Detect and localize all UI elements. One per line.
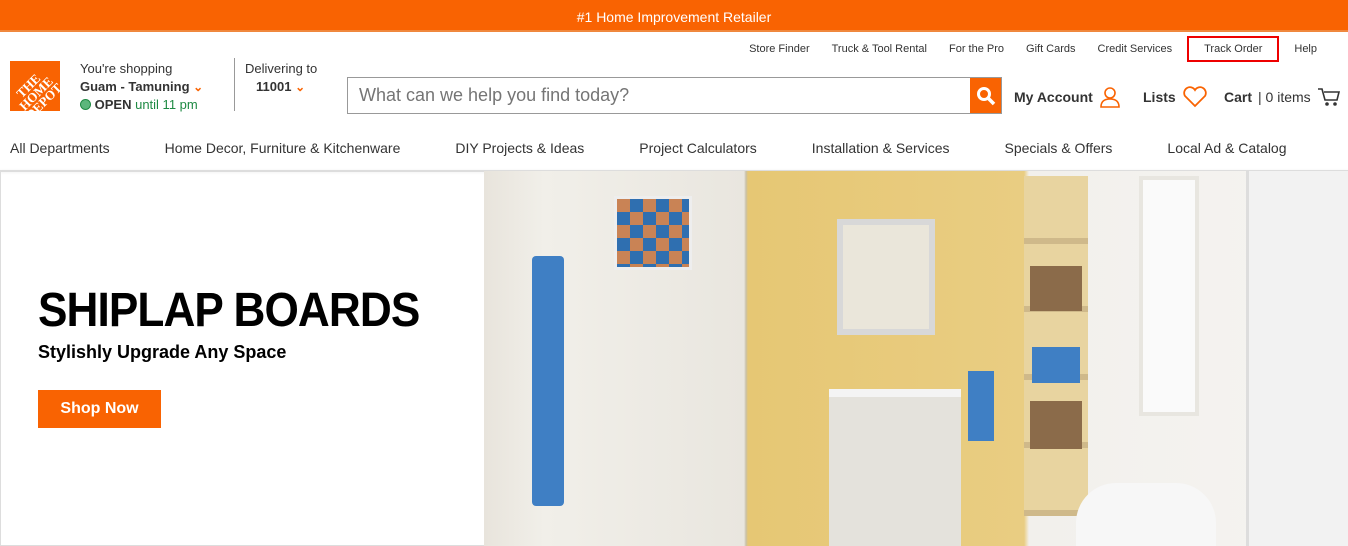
toilet — [1076, 483, 1216, 546]
nav-local-ad[interactable]: Local Ad & Catalog — [1167, 140, 1286, 156]
link-store-finder[interactable]: Store Finder — [738, 42, 821, 56]
store-hours: until 11 pm — [135, 97, 198, 112]
nav-project-calculators[interactable]: Project Calculators — [639, 140, 757, 156]
cart-button[interactable]: Cart | 0 items — [1224, 86, 1341, 108]
user-icon — [1100, 87, 1120, 108]
delivery-label: Delivering to — [245, 61, 318, 76]
nav-specials-offers[interactable]: Specials & Offers — [1005, 140, 1113, 156]
logo-text: THE HOME DEPOT — [13, 70, 60, 111]
mirror — [837, 219, 935, 335]
hand-towel — [968, 371, 994, 441]
hero-subtitle: Stylishly Upgrade Any Space — [38, 342, 287, 362]
vanity — [829, 389, 961, 546]
baskets — [1030, 266, 1082, 311]
open-status-icon — [80, 99, 91, 110]
chevron-down-icon: ⌄ — [193, 80, 204, 94]
nav-home-decor[interactable]: Home Decor, Furniture & Kitchenware — [165, 140, 401, 156]
hero-image-bathroom[interactable] — [484, 171, 1348, 546]
door — [1246, 171, 1348, 546]
link-gift-cards[interactable]: Gift Cards — [1015, 42, 1087, 56]
link-help[interactable]: Help — [1283, 42, 1348, 56]
lists-button[interactable]: Lists — [1143, 86, 1208, 108]
towel — [532, 256, 564, 506]
store-selector[interactable]: You're shopping Guam - Tamuning ⌄ OPEN u… — [80, 60, 203, 114]
delivery-selector[interactable]: Delivering to 11001 ⌄ — [245, 60, 317, 96]
towels-stack — [1032, 347, 1080, 383]
my-account-button[interactable]: My Account — [1014, 86, 1121, 108]
nav-all-departments[interactable]: All Departments — [10, 140, 110, 156]
chevron-down-icon: ⌄ — [295, 80, 306, 94]
divider — [234, 58, 235, 111]
search-button[interactable] — [970, 78, 1001, 113]
cart-label: Cart — [1224, 89, 1253, 105]
baskets — [1030, 401, 1082, 449]
store-label: You're shopping — [80, 61, 173, 76]
tile-art — [614, 196, 692, 270]
shop-now-button[interactable]: Shop Now — [38, 390, 161, 428]
lists-label: Lists — [1143, 89, 1176, 105]
delivery-zip: 11001 — [256, 79, 292, 94]
store-name: Guam - Tamuning — [80, 79, 190, 94]
link-for-the-pro[interactable]: For the Pro — [938, 42, 1015, 56]
shelves — [1024, 176, 1088, 516]
utility-nav: Store Finder Truck & Tool Rental For the… — [738, 36, 1348, 62]
window — [1139, 176, 1199, 416]
promo-banner[interactable]: #1 Home Improvement Retailer — [0, 0, 1348, 32]
heart-icon — [1182, 86, 1207, 108]
cart-count: 0 items — [1265, 89, 1311, 105]
main-nav: All Departments Home Decor, Furniture & … — [10, 140, 1348, 156]
cart-icon — [1317, 88, 1340, 106]
nav-diy-projects[interactable]: DIY Projects & Ideas — [455, 140, 584, 156]
search-icon — [976, 86, 995, 105]
search-input[interactable] — [348, 78, 970, 113]
search-bar — [347, 77, 1002, 114]
store-status: OPEN — [94, 97, 132, 112]
link-track-order[interactable]: Track Order — [1187, 36, 1280, 62]
home-depot-logo[interactable]: THE HOME DEPOT — [10, 61, 60, 111]
hero-title: SHIPLAP BOARDS — [38, 284, 420, 337]
link-credit-services[interactable]: Credit Services — [1087, 42, 1184, 56]
nav-installation-services[interactable]: Installation & Services — [812, 140, 950, 156]
account-label: My Account — [1014, 89, 1093, 105]
link-truck-tool-rental[interactable]: Truck & Tool Rental — [821, 42, 938, 56]
